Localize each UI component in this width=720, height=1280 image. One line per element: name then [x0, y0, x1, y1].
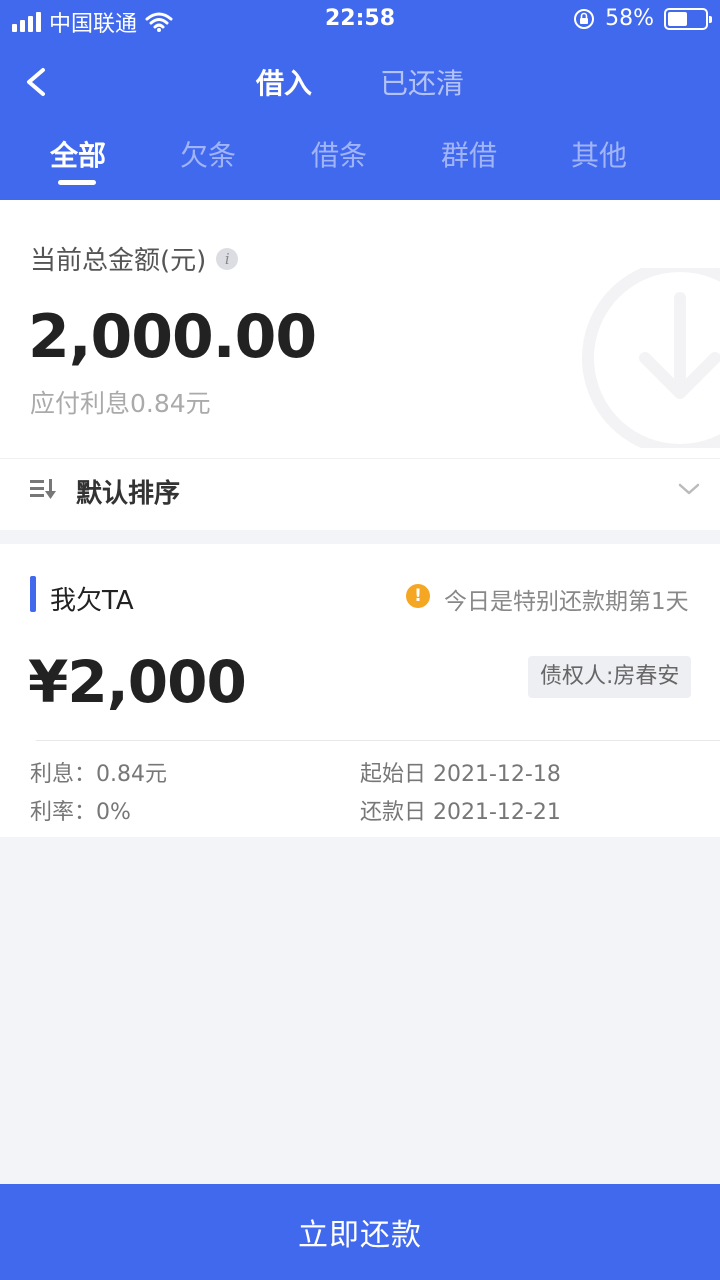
battery-icon — [664, 7, 712, 30]
active-tab-indicator — [58, 180, 96, 185]
filter-tab-iou[interactable]: 欠条 — [180, 134, 236, 174]
header: 中国联通 22:58 58% 借入 已还清 全部 欠条 借条 群借 其他 — [0, 0, 720, 200]
battery-label: 58% — [605, 6, 654, 31]
status-bar: 中国联通 22:58 58% — [0, 0, 720, 40]
creditor-badge: 债权人:房春安 — [528, 656, 692, 698]
tab-borrowed[interactable]: 借入 — [256, 62, 312, 102]
loan-start-date: 起始日 2021-12-18 — [360, 762, 561, 787]
filter-tabs: 全部 欠条 借条 群借 其他 — [0, 130, 720, 190]
loan-accent-bar — [30, 576, 36, 612]
total-amount-label: 当前总金额(元) — [30, 246, 207, 276]
borrow-watermark-icon — [582, 268, 720, 448]
filter-tab-other[interactable]: 其他 — [571, 134, 627, 174]
loan-record-card[interactable]: 我欠TA ! 今日是特别还款期第1天 ¥2,000 债权人:房春安 利息：0.8… — [0, 544, 720, 837]
loan-rate: 利率：0% — [30, 800, 131, 825]
total-amount-label-row: 当前总金额(元) i — [30, 240, 239, 277]
loan-divider — [36, 740, 720, 741]
loan-amount: ¥2,000 — [28, 648, 247, 716]
warning-icon: ! — [406, 584, 430, 608]
summary-card: 当前总金额(元) i 2,000.00 应付利息0.84元 默认排序 — [0, 200, 720, 530]
filter-tab-all[interactable]: 全部 — [50, 134, 106, 174]
rotation-lock-icon — [574, 8, 595, 29]
loan-title: 我欠TA — [50, 586, 134, 616]
nav-tabs: 借入 已还清 — [0, 62, 720, 102]
navbar: 借入 已还清 — [0, 50, 720, 110]
interest-due: 应付利息0.84元 — [30, 389, 211, 418]
sort-selector[interactable]: 默认排序 — [0, 458, 720, 530]
total-amount: 2,000.00 — [28, 302, 317, 372]
loan-repay-date: 还款日 2021-12-21 — [360, 800, 561, 825]
loan-interest: 利息：0.84元 — [30, 762, 167, 787]
chevron-down-icon — [678, 483, 700, 495]
loan-warning: 今日是特别还款期第1天 — [444, 589, 689, 615]
sort-label: 默认排序 — [76, 479, 181, 509]
filter-tab-group[interactable]: 群借 — [441, 134, 497, 174]
tab-repaid[interactable]: 已还清 — [380, 62, 464, 102]
info-icon[interactable]: i — [216, 247, 239, 270]
repay-now-button[interactable]: 立即还款 — [0, 1184, 720, 1280]
filter-tab-loan-note[interactable]: 借条 — [311, 134, 367, 174]
status-right: 58% — [573, 6, 712, 31]
sort-icon — [30, 479, 56, 499]
